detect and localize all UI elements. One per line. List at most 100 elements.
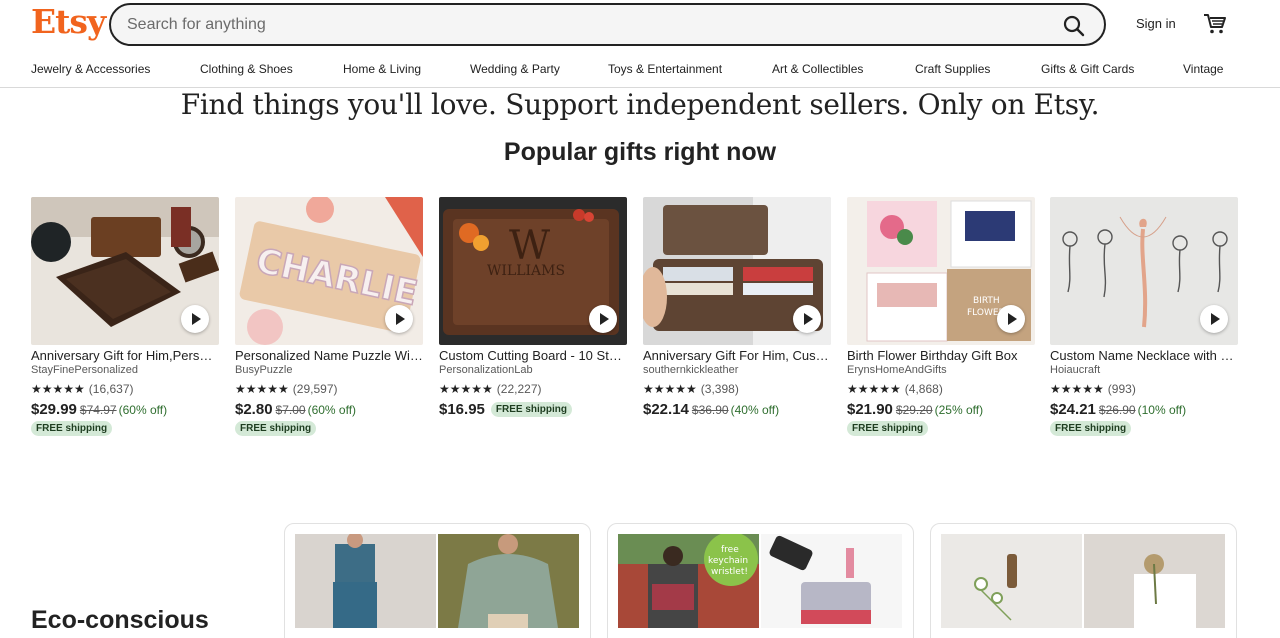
shop-name: Hoiaucraft	[1050, 364, 1101, 376]
product-image[interactable]: BIRTH FLOWER	[847, 197, 1035, 345]
svg-text:WILLIAMS: WILLIAMS	[487, 263, 565, 279]
nav-jewelry[interactable]: Jewelry & Accessories	[31, 62, 150, 76]
review-count: (22,227)	[496, 382, 542, 396]
product-title[interactable]: Anniversary Gift for Him,Personalized Wa…	[31, 348, 219, 363]
collection-image[interactable]: free keychain wristlet!	[618, 534, 759, 628]
discount: (60% off)	[118, 403, 168, 417]
svg-text:wristlet!: wristlet!	[711, 567, 748, 577]
product-image[interactable]	[31, 197, 219, 345]
nav-clothing[interactable]: Clothing & Shoes	[200, 62, 293, 76]
collection-image[interactable]	[1084, 534, 1225, 628]
collection-panel[interactable]: free keychain wristlet!	[607, 523, 914, 638]
search-bar[interactable]	[109, 3, 1106, 46]
free-shipping-badge: FREE shipping	[847, 421, 929, 436]
nav-toys[interactable]: Toys & Entertainment	[608, 62, 722, 76]
price: $29.99	[31, 401, 77, 418]
shop-name: southernkickleather	[643, 364, 739, 376]
discount: (40% off)	[730, 403, 780, 417]
rating: ★★★★★ (22,227)	[439, 382, 627, 396]
rating: ★★★★★ (4,868)	[847, 382, 1035, 396]
svg-text:BIRTH: BIRTH	[973, 296, 1000, 306]
collection-image[interactable]	[438, 534, 579, 628]
review-count: (16,637)	[88, 382, 134, 396]
review-count: (993)	[1107, 382, 1136, 396]
review-count: (3,398)	[700, 382, 739, 396]
product-image[interactable]: CHARLIE	[235, 197, 423, 345]
free-shipping-badge: FREE shipping	[235, 421, 317, 436]
price-row: $16.95 FREE shipping	[439, 401, 627, 418]
play-video-icon[interactable]	[385, 305, 413, 333]
sign-in-link[interactable]: Sign in	[1136, 16, 1176, 31]
eco-conscious-title: Eco-conscious	[31, 606, 209, 634]
rating: ★★★★★ (29,597)	[235, 382, 423, 396]
product-image[interactable]: W WILLIAMS	[439, 197, 627, 345]
free-shipping-badge: FREE shipping	[1050, 421, 1132, 436]
free-shipping-badge: FREE shipping	[31, 421, 113, 436]
product-card[interactable]: BIRTH FLOWER Birth Flower Birthday Gift …	[847, 197, 1035, 436]
shop-name: ErynsHomeAndGifts	[847, 364, 947, 376]
play-video-icon[interactable]	[589, 305, 617, 333]
review-count: (4,868)	[904, 382, 943, 396]
nav-craft[interactable]: Craft Supplies	[915, 62, 990, 76]
star-rating-icon: ★★★★★	[235, 382, 289, 396]
product-image[interactable]	[643, 197, 831, 345]
product-title[interactable]: Birth Flower Birthday Gift Box	[847, 348, 1035, 363]
rating: ★★★★★ (993)	[1050, 382, 1238, 396]
original-price: $36.90	[691, 403, 729, 417]
search-icon[interactable]	[1062, 14, 1086, 38]
product-title[interactable]: Custom Cutting Board - 10 Styles	[439, 348, 627, 363]
rating: ★★★★★ (3,398)	[643, 382, 831, 396]
star-rating-icon: ★★★★★	[847, 382, 901, 396]
product-image[interactable]	[1050, 197, 1238, 345]
price-row: $22.14 $36.90 (40% off)	[643, 401, 831, 418]
discount: (60% off)	[307, 403, 357, 417]
price: $21.90	[847, 401, 893, 418]
price-row: $21.90 $29.20 (25% off)	[847, 401, 1035, 418]
category-nav: Jewelry & Accessories Clothing & Shoes H…	[0, 60, 1280, 78]
svg-text:free: free	[721, 545, 739, 555]
product-card[interactable]: Anniversary Gift For Him, Custom Wallet …	[643, 197, 831, 418]
etsy-logo[interactable]: Etsy	[31, 2, 106, 41]
product-card[interactable]: Anniversary Gift for Him,Personalized Wa…	[31, 197, 219, 436]
collection-image[interactable]	[941, 534, 1082, 628]
original-price: $26.90	[1098, 403, 1136, 417]
play-video-icon[interactable]	[1200, 305, 1228, 333]
star-rating-icon: ★★★★★	[31, 382, 85, 396]
site-header: Etsy Sign in Jewelry & Accessories Cloth…	[0, 0, 1280, 88]
shop-name: BusyPuzzle	[235, 364, 293, 376]
price: $22.14	[643, 401, 689, 418]
hero-headline: Find things you'll love. Support indepen…	[180, 88, 1100, 121]
cart-icon[interactable]	[1203, 12, 1227, 36]
price-row: $2.80 $7.00 (60% off)	[235, 401, 423, 418]
play-video-icon[interactable]	[181, 305, 209, 333]
price: $24.21	[1050, 401, 1096, 418]
collection-image[interactable]	[295, 534, 436, 628]
product-title[interactable]: Custom Name Necklace with Flower	[1050, 348, 1238, 363]
product-title[interactable]: Personalized Name Puzzle With Pegs	[235, 348, 423, 363]
collection-panel[interactable]	[930, 523, 1237, 638]
product-card[interactable]: Custom Name Necklace with Flower Hoiaucr…	[1050, 197, 1238, 436]
product-card[interactable]: CHARLIE Personalized Name Puzzle With Pe…	[235, 197, 423, 436]
star-rating-icon: ★★★★★	[1050, 382, 1104, 396]
popular-title: Popular gifts right now	[503, 138, 777, 166]
star-rating-icon: ★★★★★	[439, 382, 493, 396]
svg-text:keychain: keychain	[708, 556, 748, 566]
collection-panel[interactable]	[284, 523, 591, 638]
nav-vintage[interactable]: Vintage	[1183, 62, 1223, 76]
product-title[interactable]: Anniversary Gift For Him, Custom Wallet	[643, 348, 831, 363]
shop-name: StayFinePersonalized	[31, 364, 139, 376]
collection-image[interactable]	[761, 534, 902, 628]
original-price: $29.20	[895, 403, 933, 417]
product-card[interactable]: W WILLIAMS Custom Cutting Board - 10 Sty…	[439, 197, 627, 418]
search-input[interactable]	[127, 15, 1027, 35]
play-video-icon[interactable]	[793, 305, 821, 333]
nav-wedding[interactable]: Wedding & Party	[470, 62, 560, 76]
nav-home[interactable]: Home & Living	[343, 62, 421, 76]
nav-gifts[interactable]: Gifts & Gift Cards	[1041, 62, 1134, 76]
discount: (10% off)	[1137, 403, 1187, 417]
price-row: $29.99 $74.97 (60% off)	[31, 401, 219, 418]
nav-art[interactable]: Art & Collectibles	[772, 62, 863, 76]
play-video-icon[interactable]	[997, 305, 1025, 333]
price: $2.80	[235, 401, 273, 418]
price: $16.95	[439, 401, 485, 418]
